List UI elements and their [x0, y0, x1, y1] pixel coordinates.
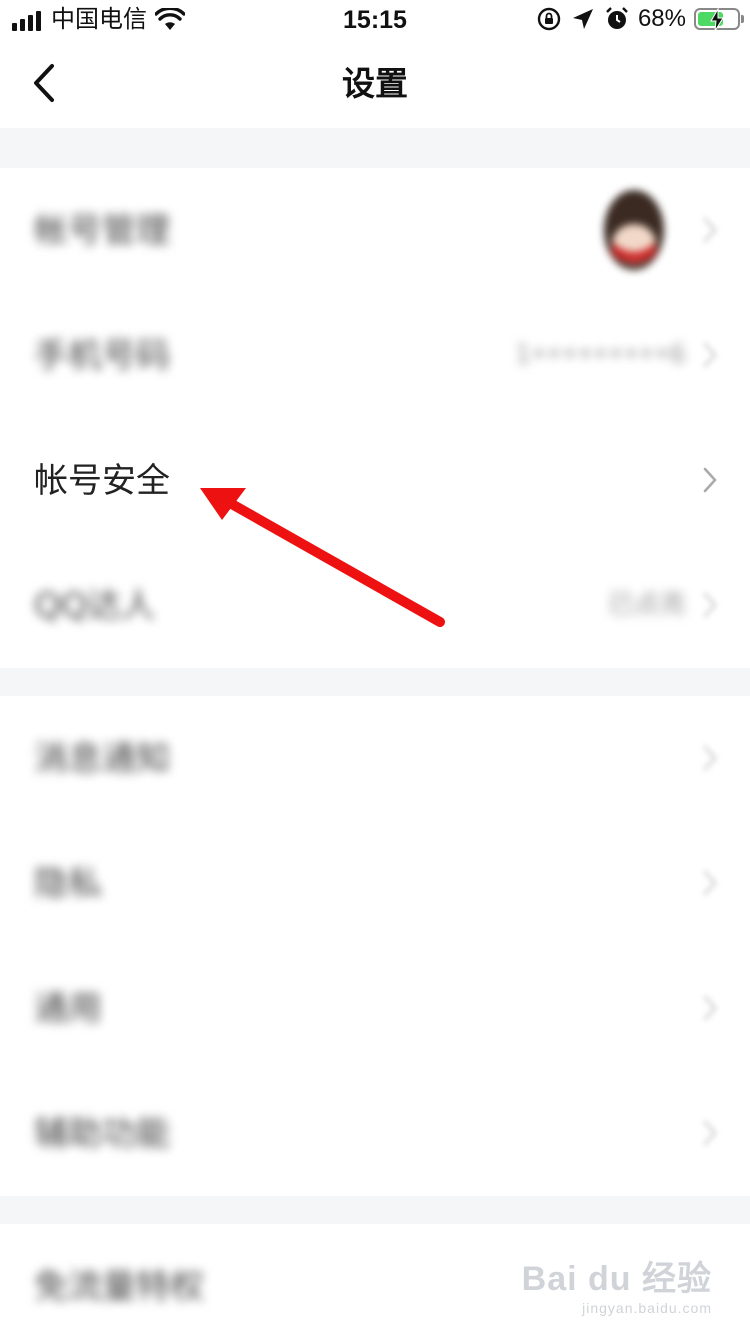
settings-item-label: 帐号管理 [34, 211, 170, 251]
battery-icon [694, 8, 744, 32]
status-right: 68% [536, 5, 744, 33]
battery-percent: 68% [637, 5, 686, 32]
chevron-right-icon [703, 745, 717, 771]
settings-item-label: 通用 [34, 989, 102, 1029]
watermark-url: jingyan.baidu.com [582, 1300, 712, 1316]
alarm-icon [606, 7, 628, 29]
settings-item-label: 辅助功能 [34, 1114, 170, 1154]
settings-item-label: 隐私 [34, 864, 102, 904]
chevron-right-icon [703, 592, 717, 618]
status-bar: 中国电信 15:15 68% [0, 0, 750, 40]
settings-item-accessibility[interactable]: 辅助功能 [0, 1071, 750, 1196]
avatar [604, 190, 664, 270]
chevron-right-icon [703, 217, 717, 243]
settings-item-label: 免流量特权 [34, 1267, 204, 1307]
chevron-right-icon [703, 342, 717, 368]
qq-expert-value: 已点亮 [607, 590, 686, 620]
settings-item-phone-number[interactable]: 手机号码 1•••••••••6 [0, 293, 750, 418]
settings-item-account-security[interactable]: 帐号安全 [0, 418, 750, 543]
watermark-logo: Bai du 经验 [521, 1260, 712, 1298]
phone-number-value: 1•••••••••6 [514, 340, 686, 370]
settings-item-label: 消息通知 [34, 739, 170, 779]
charging-bolt-icon [710, 8, 724, 32]
chevron-right-icon [703, 995, 717, 1021]
settings-item-account-management[interactable]: 帐号管理 [0, 168, 750, 293]
chevron-right-icon [703, 467, 717, 493]
settings-item-label: QQ达人 [34, 586, 156, 626]
chevron-right-icon [703, 1120, 717, 1146]
settings-item-label: 手机号码 [34, 336, 170, 376]
settings-item-qq-expert[interactable]: QQ达人 已点亮 [0, 543, 750, 668]
rotation-lock-icon [537, 7, 561, 31]
settings-item-privacy[interactable]: 隐私 [0, 821, 750, 946]
chevron-right-icon [703, 870, 717, 896]
settings-item-general[interactable]: 通用 [0, 946, 750, 1071]
location-icon [572, 9, 593, 29]
settings-group-general: 消息通知 隐私 通用 辅助功能 [0, 696, 750, 1196]
settings-item-label: 帐号安全 [34, 461, 170, 501]
page-title: 设置 [342, 64, 408, 103]
navigation-bar: 设置 [0, 40, 750, 128]
settings-screen: 中国电信 15:15 68% 设置 帐号管理 手机号码 1•••••••••6 … [0, 0, 750, 1334]
settings-group-account: 帐号管理 手机号码 1•••••••••6 帐号安全 QQ达人 已点亮 [0, 168, 750, 668]
settings-item-notifications[interactable]: 消息通知 [0, 696, 750, 821]
baidu-watermark: Bai du 经验 jingyan.baidu.com [522, 1251, 712, 1316]
